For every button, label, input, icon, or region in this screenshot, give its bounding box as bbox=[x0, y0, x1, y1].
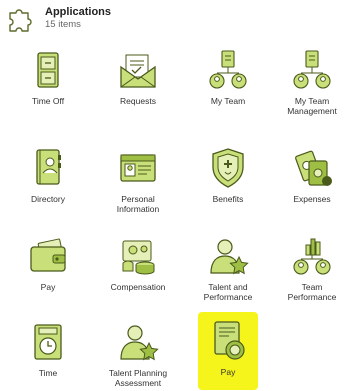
app-label: Requests bbox=[120, 96, 156, 106]
app-label: Time bbox=[38, 368, 58, 378]
id-card-icon bbox=[115, 145, 161, 191]
money-icon bbox=[289, 145, 335, 191]
app-tile-benefits[interactable]: Benefits bbox=[188, 142, 268, 224]
app-label: Personal Information bbox=[116, 194, 160, 214]
app-tile-pay[interactable]: Pay bbox=[8, 230, 88, 312]
compensation-icon bbox=[115, 233, 161, 279]
app-grid: Time Off Requests My Team My Team Manage… bbox=[0, 44, 348, 391]
app-label: My Team Management bbox=[287, 96, 337, 116]
app-tile-team-performance[interactable]: Team Performance bbox=[272, 230, 348, 312]
envelope-icon bbox=[115, 47, 161, 93]
puzzle-icon bbox=[9, 9, 32, 32]
app-tile-talent-planning-assessment[interactable]: Talent Planning Assessment bbox=[98, 316, 178, 391]
app-label: Pay bbox=[220, 367, 236, 377]
app-tile-my-team[interactable]: My Team bbox=[188, 44, 268, 126]
applications-header: Applications 15 items bbox=[6, 4, 111, 34]
team-management-icon bbox=[289, 47, 335, 93]
app-label: My Team bbox=[210, 96, 246, 106]
app-label: Team Performance bbox=[287, 282, 337, 302]
team-icon bbox=[205, 47, 251, 93]
app-tile-my-team-management[interactable]: My Team Management bbox=[272, 44, 348, 126]
app-label: Time Off bbox=[31, 96, 65, 106]
app-tile-requests[interactable]: Requests bbox=[98, 44, 178, 126]
app-label: Pay bbox=[40, 282, 56, 292]
cabinet-icon bbox=[25, 47, 71, 93]
page-title: Applications bbox=[45, 6, 112, 18]
payslip-icon bbox=[205, 318, 251, 364]
app-tile-personal-information[interactable]: Personal Information bbox=[98, 142, 178, 224]
app-label: Compensation bbox=[110, 282, 166, 292]
app-tile-directory[interactable]: Directory bbox=[8, 142, 88, 224]
app-label: Benefits bbox=[212, 194, 244, 204]
clock-icon bbox=[25, 319, 71, 365]
app-tile-pay-highlighted[interactable]: Pay bbox=[198, 312, 258, 390]
app-tile-expenses[interactable]: Expenses bbox=[272, 142, 348, 224]
app-label: Expenses bbox=[293, 194, 331, 204]
talent-star-icon bbox=[205, 233, 251, 279]
team-performance-icon bbox=[289, 233, 335, 279]
item-count: 15 items bbox=[45, 19, 81, 30]
shield-icon bbox=[205, 145, 251, 191]
app-label: Talent and Performance bbox=[203, 282, 253, 302]
app-tile-time-off[interactable]: Time Off bbox=[8, 44, 88, 126]
app-tile-talent-and-performance[interactable]: Talent and Performance bbox=[188, 230, 268, 312]
app-tile-compensation[interactable]: Compensation bbox=[98, 230, 178, 312]
wallet-icon bbox=[25, 233, 71, 279]
app-label: Directory bbox=[30, 194, 65, 204]
app-label: Talent Planning Assessment bbox=[108, 368, 168, 388]
app-tile-time[interactable]: Time bbox=[8, 316, 88, 391]
talent-planning-icon bbox=[115, 319, 161, 365]
directory-icon bbox=[25, 145, 71, 191]
